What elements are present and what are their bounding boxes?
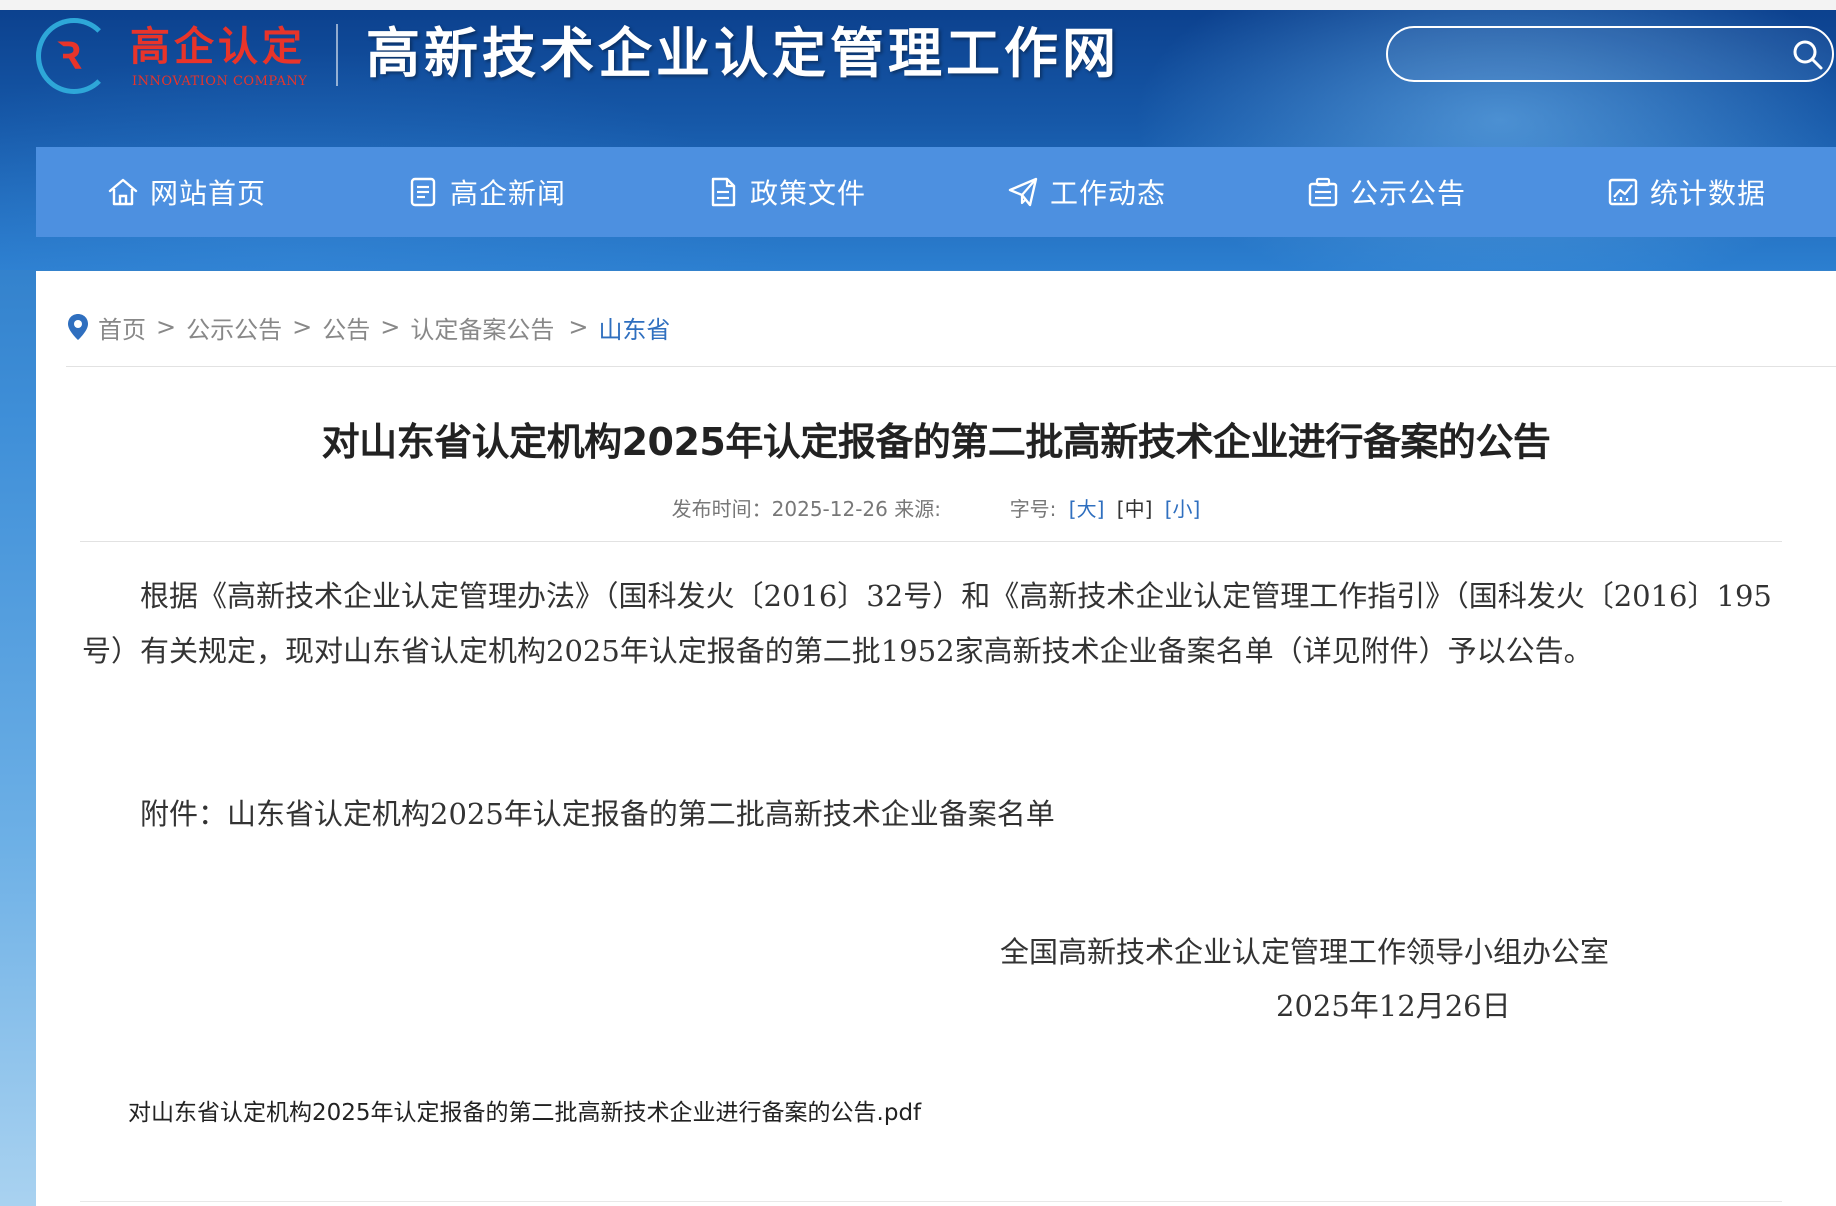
logo-mark-icon: ꝛ xyxy=(58,24,81,80)
breadcrumb-home[interactable]: 首页 xyxy=(98,310,146,345)
document-icon xyxy=(711,177,736,207)
signature-date: 2025年12月26日 xyxy=(1276,989,1511,1023)
browser-top-strip xyxy=(0,0,1836,10)
breadcrumb-filing-notices[interactable]: 认定备案公告 xyxy=(410,310,554,345)
breadcrumb-announcements[interactable]: 公示公告 xyxy=(186,310,282,345)
chart-icon xyxy=(1608,178,1638,206)
search-icon[interactable] xyxy=(1792,39,1824,71)
nav-label-stats: 统计数据 xyxy=(1649,177,1766,210)
news-icon xyxy=(410,177,436,207)
nav-label-news: 高企新闻 xyxy=(449,177,566,210)
attachment-pdf-link[interactable]: 对山东省认定机构2025年认定报备的第二批高新技术企业进行备案的公告.pdf xyxy=(128,1093,921,1127)
article-paragraph: 根据《高新技术企业认定管理办法》（国科发火〔2016〕32号）和《高新技术企业认… xyxy=(82,579,1772,668)
breadcrumb: 首页 > 公示公告 > 公告 > 认定备案公告 > 山东省 xyxy=(66,310,670,345)
breadcrumb-current-shandong[interactable]: 山东省 xyxy=(598,310,670,345)
nav-item-news[interactable]: 高企新闻 xyxy=(336,147,636,237)
search-box[interactable] xyxy=(1386,26,1834,82)
logo-divider xyxy=(336,24,338,86)
nav-item-policy[interactable]: 政策文件 xyxy=(636,147,936,237)
breadcrumb-divider xyxy=(66,366,1836,367)
logo-text-en: INNOVATION COMPANY xyxy=(132,74,308,89)
home-icon xyxy=(108,178,138,206)
nav-item-announce[interactable]: 公示公告 xyxy=(1236,147,1536,237)
footer-divider xyxy=(80,1201,1782,1202)
location-pin-icon xyxy=(68,314,88,340)
site-logo[interactable]: ꝛ 高企认定 INNOVATION COMPANY xyxy=(36,14,316,96)
article-title: 对山东省认定机构2025年认定报备的第二批高新技术企业进行备案的公告 xyxy=(321,420,1551,464)
attachment-note: 附件：山东省认定机构2025年认定报备的第二批高新技术企业备案名单 xyxy=(140,797,1055,831)
nav-label-announce: 公示公告 xyxy=(1349,177,1466,210)
font-size-label: 字号: xyxy=(1009,497,1057,521)
article-meta: 发布时间：2025-12-26 来源: 字号: [大] [中] [小] xyxy=(36,493,1836,522)
breadcrumb-separator: > xyxy=(156,313,177,341)
nav-label-policy: 政策文件 xyxy=(749,177,866,210)
publish-info: 发布时间：2025-12-26 来源: xyxy=(671,497,941,521)
font-size-small-button[interactable]: [小] xyxy=(1165,497,1201,521)
breadcrumb-separator: > xyxy=(292,313,313,341)
breadcrumb-notices[interactable]: 公告 xyxy=(322,310,370,345)
nav-item-stats[interactable]: 统计数据 xyxy=(1536,147,1836,237)
nav-item-home[interactable]: 网站首页 xyxy=(36,147,336,237)
main-nav: 网站首页 高企新闻 政策文件 工作动态 公示公告 统计数据 xyxy=(36,147,1836,237)
signature-office: 全国高新技术企业认定管理工作领导小组办公室 xyxy=(1000,935,1610,969)
font-size-medium-button[interactable]: [中] xyxy=(1117,497,1153,521)
article-card: 首页 > 公示公告 > 公告 > 认定备案公告 > 山东省 对山东省认定机构20… xyxy=(36,271,1836,1206)
nav-item-work[interactable]: 工作动态 xyxy=(936,147,1236,237)
announcement-icon xyxy=(1308,177,1338,207)
site-title: 高新技术企业认定管理工作网 xyxy=(366,21,1120,85)
breadcrumb-separator: > xyxy=(568,313,589,341)
logo-text-cn: 高企认定 xyxy=(130,24,306,70)
font-size-large-button[interactable]: [大] xyxy=(1069,497,1105,521)
breadcrumb-separator: > xyxy=(380,313,401,341)
nav-label-home: 网站首页 xyxy=(149,177,266,210)
meta-divider xyxy=(80,541,1782,542)
search-input[interactable] xyxy=(1410,36,1744,74)
paper-plane-icon xyxy=(1008,177,1038,207)
nav-label-work: 工作动态 xyxy=(1049,177,1166,210)
